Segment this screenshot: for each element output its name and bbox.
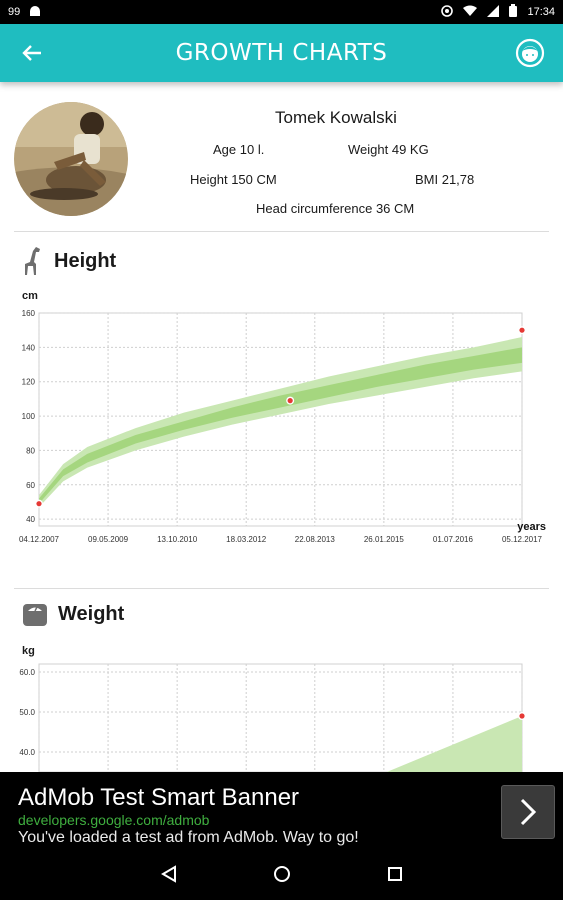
x-tick-label: 22.08.2013 <box>295 535 336 544</box>
height-chart[interactable]: 40 60 80 100 120 140 160 04.12.2007 09.05.2009 13… <box>0 304 563 576</box>
sync-icon <box>441 4 454 20</box>
plot-frame <box>38 312 523 527</box>
back-triangle-icon[interactable] <box>160 865 177 883</box>
weight-chart[interactable]: 40.0 50.0 60.0 <box>0 662 563 772</box>
app-bar: GROWTH CHARTS <box>0 24 563 82</box>
bmi-label: BMI 21,78 <box>415 172 475 187</box>
battery-icon <box>509 4 518 20</box>
y-tick-label: 40.0 <box>19 748 35 757</box>
data-point <box>519 327 525 333</box>
profile-switch-button[interactable] <box>515 38 545 68</box>
head-circumference-label: Head circumference 36 CM <box>256 201 415 216</box>
profile-card: Tomek Kowalski Age 10 l. Weight 49 KG He… <box>14 102 549 216</box>
child-face-icon <box>515 38 545 68</box>
x-tick-label: 13.10.2010 <box>157 535 198 544</box>
height-section-header: Height <box>22 246 116 276</box>
y-tick-label: 60 <box>26 481 35 490</box>
giraffe-icon <box>25 247 40 275</box>
weight-label: Weight 49 KG <box>348 142 429 157</box>
x-tick-label: 04.12.2007 <box>19 535 60 544</box>
ad-url[interactable]: developers.google.com/admob <box>18 812 209 828</box>
data-point <box>519 713 525 719</box>
wifi-icon <box>463 5 478 20</box>
y-tick-label: 100 <box>22 412 36 421</box>
height-title: Height <box>54 249 117 272</box>
weight-unit: kg <box>22 645 35 657</box>
divider <box>14 231 549 232</box>
home-circle-icon[interactable] <box>273 865 291 883</box>
status-bar: 99 17:34 <box>0 0 563 24</box>
app-title: GROWTH CHARTS <box>175 40 388 66</box>
x-tick-label: 05.12.2017 <box>502 535 543 544</box>
y-tick-label: 60.0 <box>19 668 35 677</box>
ad-banner[interactable]: AdMob Test Smart Banner developers.googl… <box>0 772 563 848</box>
back-button[interactable] <box>18 39 46 67</box>
data-point <box>287 398 293 404</box>
ad-description: You've loaded a test ad from AdMob. Way … <box>18 829 359 846</box>
y-tick-label: 120 <box>22 378 36 387</box>
recents-square-icon[interactable] <box>387 866 403 882</box>
y-tick-label: 160 <box>22 309 36 318</box>
arrow-left-icon <box>22 45 41 61</box>
child-name: Tomek Kowalski <box>275 108 397 127</box>
x-tick-label: 09.05.2009 <box>88 535 129 544</box>
y-tick-label: 40 <box>26 515 35 524</box>
x-tick-label: 18.03.2012 <box>226 535 267 544</box>
divider <box>14 588 549 589</box>
age-label: Age 10 l. <box>213 142 265 157</box>
height-label: Height 150 CM <box>190 172 277 187</box>
chevron-right-icon <box>520 798 537 826</box>
ad-open-button[interactable] <box>501 785 555 839</box>
x-tick-label: 01.07.2016 <box>433 535 474 544</box>
x-axis-label: years <box>517 521 546 533</box>
data-point <box>36 501 42 507</box>
height-unit: cm <box>22 290 38 302</box>
weight-section-header: Weight <box>22 601 124 627</box>
y-tick-label: 80 <box>26 446 35 455</box>
child-photo <box>14 102 128 216</box>
status-time: 17:34 <box>527 6 555 18</box>
y-tick-label: 50.0 <box>19 708 35 717</box>
system-nav-bar <box>0 848 563 900</box>
android-icon <box>28 5 42 20</box>
ad-title: AdMob Test Smart Banner <box>18 784 300 811</box>
y-tick-label: 140 <box>22 343 36 352</box>
notification-count: 99 <box>8 6 21 18</box>
weight-icon <box>23 604 47 626</box>
x-tick-label: 26.01.2015 <box>364 535 405 544</box>
weight-title: Weight <box>58 602 125 625</box>
content-scroll[interactable]: Tomek Kowalski Age 10 l. Weight 49 KG He… <box>0 82 563 772</box>
signal-icon <box>487 4 500 20</box>
